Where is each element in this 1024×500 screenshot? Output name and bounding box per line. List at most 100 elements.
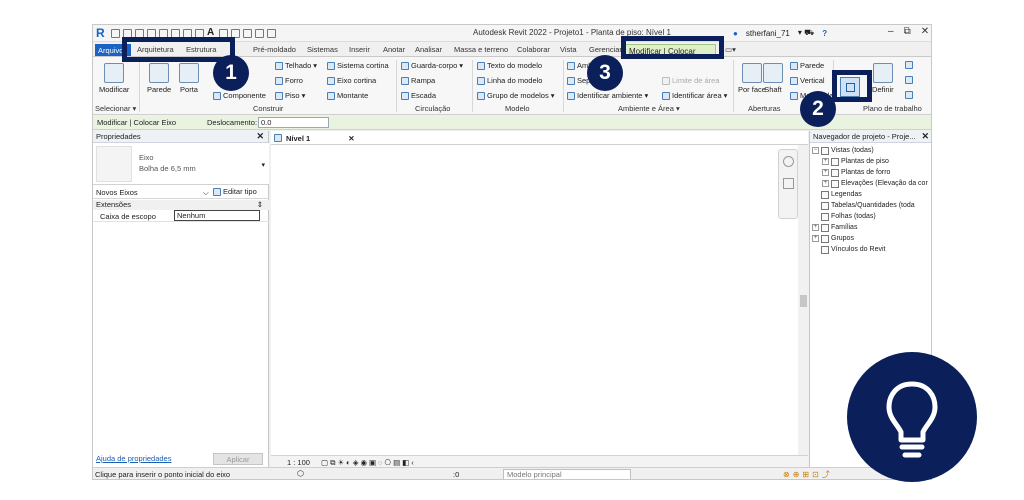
tab-gerenciar[interactable]: Gerenciar	[589, 45, 622, 54]
identificar-ambiente-button[interactable]: Identificar ambiente ▾	[567, 91, 648, 100]
chevron-down-icon[interactable]: ▾	[261, 161, 265, 169]
revit-logo[interactable]: R	[96, 26, 109, 40]
scroll-thumb[interactable]	[800, 295, 807, 307]
group-circulacao[interactable]: Circulação	[415, 104, 450, 113]
navigation-bar[interactable]	[778, 149, 798, 219]
stair-icon	[401, 91, 409, 100]
browser-tree-item[interactable]: Tabelas/Quantidades (toda	[812, 200, 928, 211]
view-tab-nivel-1[interactable]: Nível 1 ✕	[274, 132, 354, 144]
close-tab-icon[interactable]: ✕	[348, 134, 354, 143]
forro-button[interactable]: Forro	[275, 76, 303, 85]
porta-button[interactable]: Porta	[179, 63, 199, 94]
montante-button[interactable]: Montante	[327, 91, 368, 100]
selection-filter-icons[interactable]: ⊗⊕⊞⊡⤴	[783, 469, 833, 479]
thin-lines-icon[interactable]	[243, 29, 252, 38]
expand-toggle-icon[interactable]: +	[812, 235, 819, 242]
browser-tree-item[interactable]: + Grupos	[812, 233, 928, 244]
tab-inserir[interactable]: Inserir	[349, 45, 370, 54]
tab-sistemas[interactable]: Sistemas	[307, 45, 338, 54]
steering-wheel-icon[interactable]	[783, 156, 794, 167]
browser-tree-item[interactable]: + Famílias	[812, 222, 928, 233]
user-name[interactable]: stherfani_71	[746, 29, 790, 38]
tab-colaborar[interactable]: Colaborar	[517, 45, 550, 54]
help-icon[interactable]: ?	[822, 29, 827, 38]
type-selector[interactable]: Eixo Bolha de 6,5 mm ▾	[93, 143, 269, 185]
browser-tree-item[interactable]: Vínculos do Revit	[812, 244, 928, 255]
expand-toggle-icon[interactable]: +	[822, 158, 829, 165]
expand-toggle-icon[interactable]: +	[822, 180, 829, 187]
group-plano-trabalho[interactable]: Plano de trabalho	[863, 104, 922, 113]
definir-button[interactable]: Definir	[872, 63, 894, 94]
browser-tree-item[interactable]: Legendas	[812, 189, 928, 200]
cart-icon[interactable]: ▾ ⛟	[798, 28, 814, 38]
section-extensoes[interactable]: Extensões ⇕	[93, 200, 269, 210]
close-hidden-icon[interactable]	[255, 29, 264, 38]
tree-node-icon	[821, 212, 829, 221]
workset-icon[interactable]: ⬡	[297, 469, 304, 478]
eixo-cortina-button[interactable]: Eixo cortina	[327, 76, 376, 85]
instance-filter[interactable]: Novos Eixos ⌵ Editar tipo	[93, 186, 269, 199]
ribbon-options-icon[interactable]: ▭▾	[725, 45, 736, 54]
sistema-cortina-button[interactable]: Sistema cortina	[327, 61, 389, 70]
por-face-button[interactable]: Por face	[738, 63, 766, 94]
tab-massa-terreno[interactable]: Massa e terreno	[454, 45, 508, 54]
chevron-down-icon[interactable]: ⌵	[203, 188, 209, 198]
parede-abertura-button[interactable]: Parede	[790, 61, 824, 70]
close-icon[interactable]: ✕	[256, 131, 264, 142]
vertical-scrollbar[interactable]	[798, 145, 808, 459]
telhado-button[interactable]: Telhado ▾	[275, 61, 317, 70]
expand-toggle-icon[interactable]: −	[812, 147, 819, 154]
browser-tree-item[interactable]: + Plantas de piso	[812, 156, 928, 167]
revit-window: R A Autodesk Revit 2022 - Projeto1 - Pla…	[92, 24, 932, 480]
parede-button[interactable]: Parede	[147, 63, 171, 94]
group-modelo[interactable]: Modelo	[505, 104, 530, 113]
ref-plane-button[interactable]	[905, 76, 913, 84]
group-ambiente-area[interactable]: Ambiente e Área ▾	[618, 104, 680, 113]
zoom-icon[interactable]	[783, 178, 794, 189]
piso-button[interactable]: Piso ▾	[275, 91, 305, 100]
switch-windows-icon[interactable]	[267, 29, 276, 38]
identificar-area-button[interactable]: Identificar área ▾	[662, 91, 727, 100]
drawing-area[interactable]: Nível 1 ✕ 1 : 100 ▢⧉☀◐◈◉▣◌⎔▤◧‹	[271, 131, 808, 467]
minimize-button[interactable]: –	[888, 26, 894, 37]
group-aberturas[interactable]: Aberturas	[748, 104, 781, 113]
collapse-icon[interactable]: ⇕	[257, 200, 263, 210]
close-icon[interactable]: ✕	[921, 131, 929, 142]
apply-button[interactable]: Aplicar	[213, 453, 263, 465]
tab-vista[interactable]: Vista	[560, 45, 577, 54]
offset-input[interactable]: 0.0	[258, 117, 329, 128]
escada-button[interactable]: Escada	[401, 91, 436, 100]
properties-help-link[interactable]: Ajuda de propriedades	[96, 454, 171, 463]
edit-type-button[interactable]: Editar tipo	[213, 187, 257, 196]
viewer-button[interactable]	[905, 91, 913, 99]
browser-tree-item[interactable]: − Vistas (todas)	[812, 145, 928, 156]
shaft-button[interactable]: Shaft	[763, 63, 783, 94]
design-option-combo[interactable]: Modelo principal	[503, 469, 631, 479]
grupo-modelos-button[interactable]: Grupo de modelos ▾	[477, 91, 554, 100]
view-scale[interactable]: 1 : 100	[287, 458, 310, 467]
modificar-button[interactable]: Modificar	[99, 63, 129, 94]
tab-analisar[interactable]: Analisar	[415, 45, 442, 54]
user-icon[interactable]: ●	[733, 29, 738, 38]
componente-button[interactable]: Componente	[213, 91, 266, 100]
group-construir[interactable]: Construir	[253, 104, 283, 113]
tab-anotar[interactable]: Anotar	[383, 45, 405, 54]
rampa-button[interactable]: Rampa	[401, 76, 435, 85]
show-workplane-button[interactable]	[905, 61, 913, 69]
browser-tree-item[interactable]: Folhas (todas)	[812, 211, 928, 222]
texto-modelo-button[interactable]: Texto do modelo	[477, 61, 542, 70]
browser-tree-item[interactable]: + Plantas de forro	[812, 167, 928, 178]
expand-toggle-icon[interactable]: +	[812, 224, 819, 231]
restore-button[interactable]: ⧉	[904, 26, 911, 37]
property-value[interactable]: Nenhum	[174, 210, 260, 221]
limite-area-button[interactable]: Limite de área	[662, 76, 720, 85]
expand-toggle-icon[interactable]: +	[822, 169, 829, 176]
open-icon[interactable]	[111, 29, 120, 38]
linha-modelo-button[interactable]: Linha do modelo	[477, 76, 542, 85]
tab-pre-moldado[interactable]: Pré-moldado	[253, 45, 296, 54]
vertical-button[interactable]: Vertical	[790, 76, 825, 85]
group-selecionar[interactable]: Selecionar ▾	[95, 104, 136, 113]
close-button[interactable]: ✕	[921, 26, 929, 37]
guarda-corpo-button[interactable]: Guarda-corpo ▾	[401, 61, 463, 70]
browser-tree-item[interactable]: + Elevações (Elevação da cor	[812, 178, 928, 189]
